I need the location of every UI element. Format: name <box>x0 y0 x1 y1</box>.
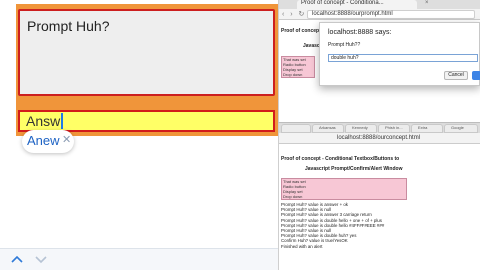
tab-label: Extra <box>418 125 428 130</box>
answer-input[interactable]: Answ <box>18 110 275 132</box>
dialog-input[interactable]: double huh? <box>328 54 478 62</box>
suggestion-text: Anew <box>27 133 60 148</box>
tab-bar: Arkansas Kennedy Phish in... Extra Googl… <box>279 123 480 133</box>
pink-line: Drop down <box>283 194 303 199</box>
browser-tab[interactable]: Phish in... <box>378 124 410 133</box>
tab-close-icon[interactable]: × <box>425 0 429 6</box>
browser-tab[interactable]: Arkansas <box>312 124 344 133</box>
tab-title: Proof of concept - Conditiona... <box>301 0 384 6</box>
address-bar: ‹ › ↻ localhost:8888/ourprompt.html <box>279 9 480 20</box>
tab-label: Phish in... <box>385 125 403 130</box>
pink-form-box: That was set Radio button Display set Dr… <box>281 56 315 78</box>
page-heading: Proof of concept - Conditional Textbox/B… <box>281 156 400 162</box>
mobile-app-panel: Prompt Huh? Answ Anew ✕ <box>0 0 278 270</box>
text-caret <box>61 113 64 129</box>
prompt-card: Prompt Huh? <box>18 9 275 96</box>
keyboard-accessory-bar <box>0 248 278 270</box>
dialog-title: localhost:8888 says: <box>328 29 392 36</box>
chevron-up-icon[interactable] <box>10 252 24 266</box>
cancel-button[interactable]: Cancel <box>444 71 468 80</box>
pink-line: Drop down <box>283 72 303 77</box>
ok-button[interactable] <box>472 71 480 80</box>
url-field[interactable]: localhost:8888/ourprompt.html <box>307 10 475 19</box>
browser-tab[interactable]: Kennedy <box>345 124 377 133</box>
pink-form-box: That was set Radio button Display set Dr… <box>281 178 407 200</box>
address-bar[interactable]: localhost:8888/ourconcept.html <box>279 133 480 144</box>
browser-tab[interactable]: Google <box>444 124 478 133</box>
browser-tab[interactable] <box>281 124 311 133</box>
browser-window-bottom: Arkansas Kennedy Phish in... Extra Googl… <box>278 122 480 270</box>
dialog-message: Prompt Huh?? <box>328 42 361 48</box>
screen: Prompt Huh? Answ Anew ✕ Proof of concept… <box>0 0 480 270</box>
prompt-title: Prompt Huh? <box>27 18 110 34</box>
close-icon[interactable]: ✕ <box>62 133 71 146</box>
output-log: Prompt Huh? value is answer + ok Prompt … <box>281 202 479 249</box>
back-forward-icon[interactable]: ‹ › ↻ <box>282 10 306 18</box>
answer-input-text: Answ <box>26 113 64 129</box>
tab-bar: Proof of concept - Conditiona... × <box>279 0 480 9</box>
tab-active[interactable]: Proof of concept - Conditiona... × <box>297 0 429 9</box>
browser-tab[interactable]: Extra <box>411 124 443 133</box>
url-text: localhost:8888/ourconcept.html <box>337 135 421 141</box>
log-line: Finished with an alert <box>281 243 323 249</box>
dialog-input-text: double huh? <box>331 55 359 61</box>
page-subheading: Javascript Prompt/Confirm/Alert Window <box>305 166 403 172</box>
url-text: localhost:8888/ourprompt.html <box>312 11 393 17</box>
tab-label: Arkansas <box>319 125 336 130</box>
chevron-down-icon[interactable] <box>34 252 48 266</box>
prompt-dialog: localhost:8888 says: Prompt Huh?? double… <box>319 22 480 86</box>
tab-label: Google <box>451 125 464 130</box>
autocomplete-suggestion[interactable]: Anew ✕ <box>22 130 74 153</box>
tab-label: Kennedy <box>352 125 368 130</box>
